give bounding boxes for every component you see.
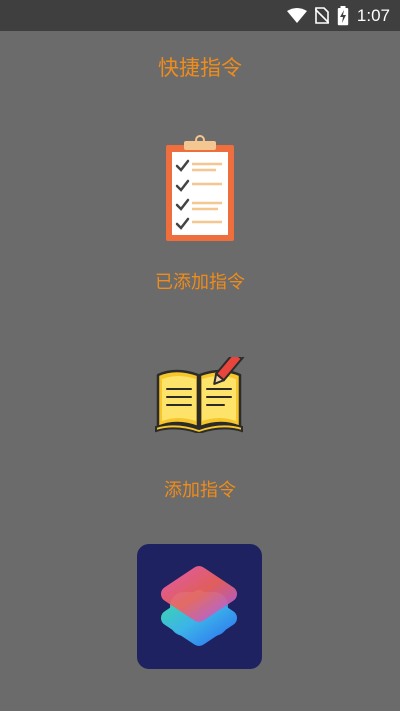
added-shortcuts-label: 已添加指令 [155, 272, 245, 293]
open-book-pencil-icon [155, 357, 246, 433]
add-shortcut-label: 添加指令 [164, 480, 236, 501]
no-sim-icon [314, 7, 329, 24]
shortcuts-app-button[interactable] [137, 544, 262, 669]
battery-charging-icon [337, 5, 349, 25]
added-shortcuts-button[interactable]: 已添加指令 [0, 135, 400, 293]
status-bar: 1:07 [0, 0, 400, 31]
shortcuts-app-icon [161, 566, 237, 646]
wifi-icon [286, 7, 307, 23]
clock: 1:07 [356, 5, 390, 25]
add-shortcut-button[interactable]: 添加指令 [0, 357, 400, 501]
page-title: 快捷指令 [158, 56, 242, 80]
status-icons: 1:07 [286, 0, 390, 31]
clipboard-checklist-icon [166, 135, 234, 241]
